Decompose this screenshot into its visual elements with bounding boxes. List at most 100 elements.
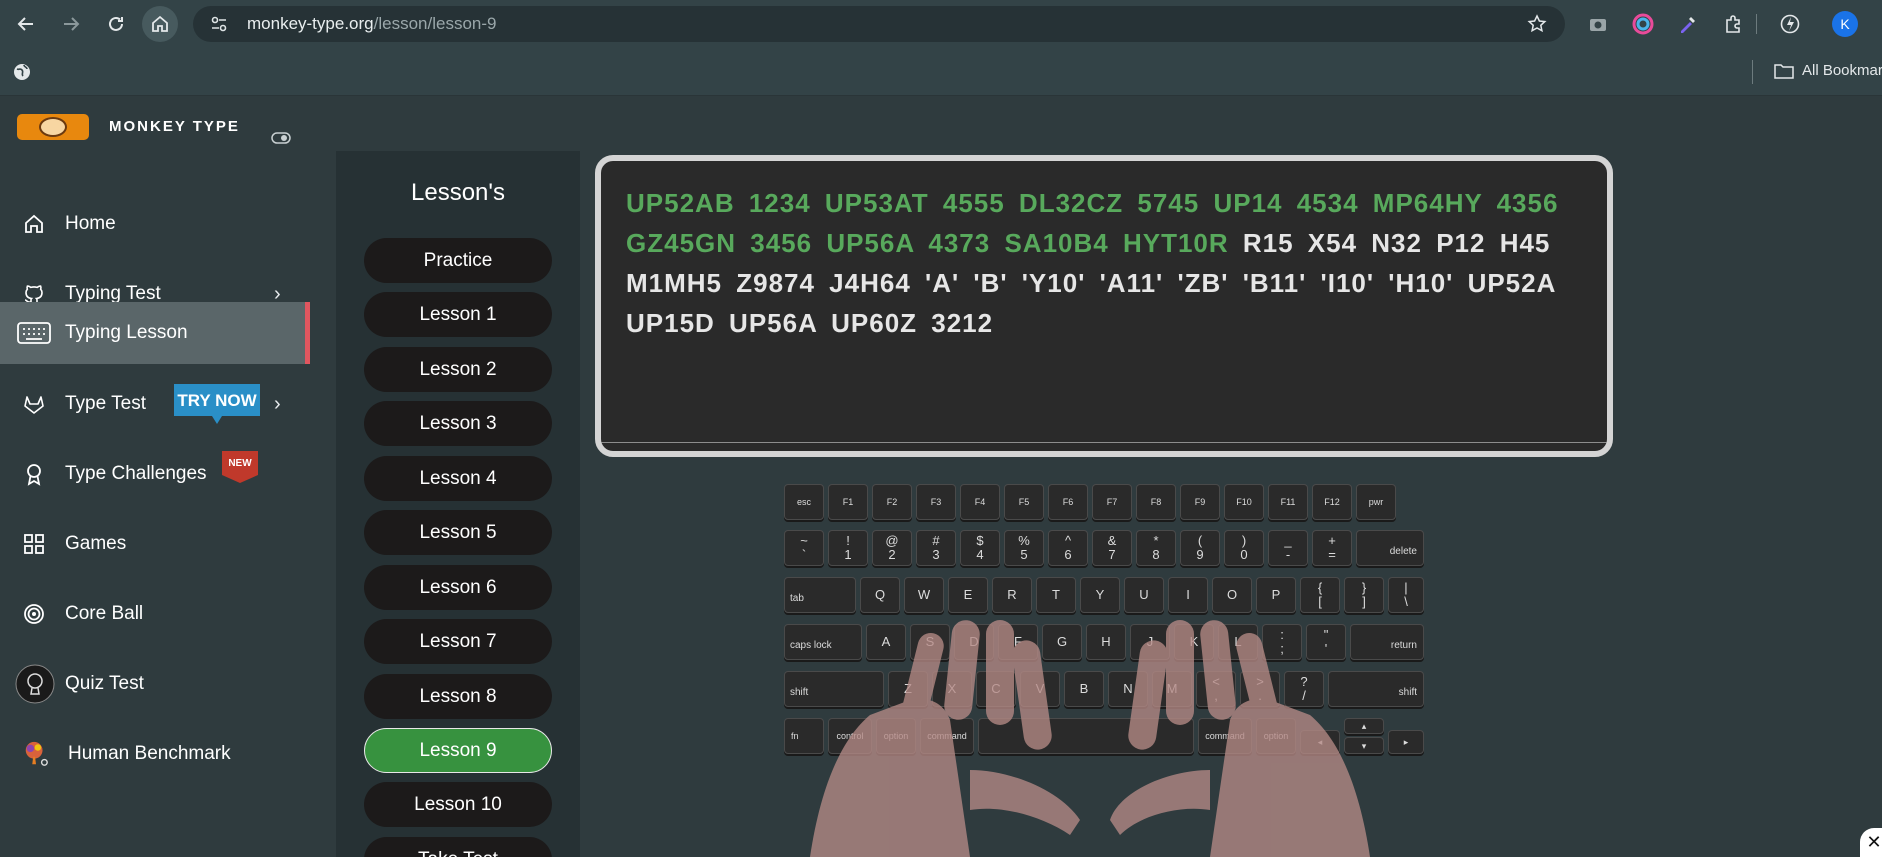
theme-toggle-icon[interactable]	[271, 131, 291, 150]
new-label: NEW	[228, 458, 252, 469]
key-esc: esc	[784, 484, 824, 520]
key-4: $4	[960, 530, 1000, 566]
key-f2: F2	[872, 484, 912, 520]
site-settings-icon[interactable]	[207, 12, 231, 36]
lesson-button-8[interactable]: Lesson 8	[364, 674, 552, 719]
sidebar-item-core-ball[interactable]: Core Ball	[0, 583, 310, 645]
key-2: @2	[872, 530, 912, 566]
sidebar-item-home[interactable]: Home	[0, 193, 310, 255]
lesson-button-5[interactable]: Lesson 5	[364, 510, 552, 555]
back-icon[interactable]	[12, 10, 40, 38]
lesson-button-6[interactable]: Lesson 6	[364, 565, 552, 610]
toolbar-separator	[1756, 14, 1757, 34]
sidebar-item-label: Type Test	[65, 393, 146, 414]
url-host: monkey-type.org	[247, 14, 374, 33]
key-tab: tab	[784, 577, 856, 613]
sidebar-item-typing-lesson[interactable]: Typing Lesson	[0, 302, 310, 364]
try-now-badge[interactable]: TRY NOW	[174, 384, 260, 424]
monkey-logo-icon[interactable]	[17, 114, 89, 140]
key-q: Q	[860, 577, 900, 613]
lesson-list-panel: Lesson's Practice Lesson 1 Lesson 2 Less…	[336, 151, 580, 857]
home-icon	[20, 210, 48, 238]
key-p: P	[1256, 577, 1296, 613]
reload-icon[interactable]	[102, 10, 130, 38]
lesson-button-practice[interactable]: Practice	[364, 238, 552, 283]
lesson-button-9[interactable]: Lesson 9	[364, 728, 552, 773]
key-f3: F3	[916, 484, 956, 520]
sidebar-item-label: Human Benchmark	[68, 743, 231, 764]
lesson-button-7[interactable]: Lesson 7	[364, 619, 552, 664]
camera-extension-icon[interactable]	[1586, 12, 1610, 36]
key-f9: F9	[1180, 484, 1220, 520]
key-backslash: | \	[1388, 577, 1424, 613]
key-w: W	[904, 577, 944, 613]
take-test-button[interactable]: Take Test	[364, 837, 552, 857]
key-f8: F8	[1136, 484, 1176, 520]
key-right-bracket: }]	[1344, 577, 1384, 613]
try-now-label: TRY NOW	[177, 391, 257, 410]
sidebar-item-label: Quiz Test	[65, 673, 144, 694]
key-f5: F5	[1004, 484, 1044, 520]
key-y: Y	[1080, 577, 1120, 613]
performance-icon[interactable]	[1778, 12, 1802, 36]
lesson-button-3[interactable]: Lesson 3	[364, 401, 552, 446]
chevron-right-icon: ›	[274, 392, 281, 415]
lesson-button-4[interactable]: Lesson 4	[364, 456, 552, 501]
key-r: R	[992, 577, 1032, 613]
sidebar: MONKEY TYPE Home Typing Test › Typing Le…	[0, 96, 314, 857]
key-9: (9	[1180, 530, 1220, 566]
sidebar-item-type-test[interactable]: Type Test TRY NOW ›	[0, 373, 310, 435]
profile-avatar[interactable]: K	[1832, 11, 1858, 37]
globe-icon[interactable]	[12, 62, 32, 87]
typing-text-panel[interactable]: UP52AB 1234 UP53AT 4555 DL32CZ 5745 UP14…	[595, 155, 1613, 457]
key-f4: F4	[960, 484, 1000, 520]
key-o: O	[1212, 577, 1252, 613]
key-u: U	[1124, 577, 1164, 613]
key-t: T	[1036, 577, 1076, 613]
sidebar-item-label: Typing Lesson	[65, 322, 188, 343]
sidebar-item-quiz-test[interactable]: Quiz Test	[0, 653, 310, 715]
url-text: monkey-type.org/lesson/lesson-9	[247, 14, 496, 34]
bookmark-star-icon[interactable]	[1527, 14, 1547, 39]
lesson-button-2[interactable]: Lesson 2	[364, 347, 552, 392]
lesson-button-10[interactable]: Lesson 10	[364, 782, 552, 827]
extensions-puzzle-icon[interactable]	[1721, 12, 1745, 36]
sidebar-item-type-challenges[interactable]: Type Challenges NEW	[0, 443, 310, 505]
key-f6: F6	[1048, 484, 1088, 520]
key-6: ^ 6	[1048, 530, 1088, 566]
color-extension-icon[interactable]	[1631, 12, 1655, 36]
key-0: ) 0	[1224, 530, 1264, 566]
home-icon[interactable]	[142, 6, 178, 42]
key-minus: _ -	[1268, 530, 1308, 566]
folder-icon	[1774, 63, 1794, 79]
address-bar[interactable]: monkey-type.org/lesson/lesson-9	[193, 6, 1565, 42]
forward-icon[interactable]	[57, 10, 85, 38]
grid-icon	[20, 530, 48, 558]
key-pwr: pwr	[1356, 484, 1396, 520]
lesson-list-title: Lesson's	[411, 179, 505, 206]
keyboard-icon	[16, 319, 52, 347]
eyedropper-extension-icon[interactable]	[1676, 12, 1700, 36]
sidebar-item-label: Games	[65, 533, 127, 554]
all-bookmarks-label: All Bookmarks	[1802, 62, 1882, 79]
key-left-bracket: {[	[1300, 577, 1340, 613]
url-path: /lesson/lesson-9	[373, 14, 497, 33]
key-8: * 8	[1136, 530, 1176, 566]
sidebar-item-human-benchmark[interactable]: Human Benchmark	[0, 723, 310, 785]
key-f7: F7	[1092, 484, 1132, 520]
lesson-button-1[interactable]: Lesson 1	[364, 292, 552, 337]
sidebar-item-games[interactable]: Games	[0, 513, 310, 575]
key-f1: F1	[828, 484, 868, 520]
all-bookmarks-button[interactable]: All Bookmarks	[1774, 62, 1882, 79]
close-icon[interactable]: ✕	[1860, 828, 1882, 857]
key-i: I	[1168, 577, 1208, 613]
brand-name: MONKEY TYPE	[109, 118, 240, 135]
key-f10: F10	[1224, 484, 1264, 520]
text-panel-divider	[601, 442, 1607, 443]
gitlab-icon	[20, 390, 48, 418]
key-5: % 5	[1004, 530, 1044, 566]
key-backtick: ~ `	[784, 530, 824, 566]
key-e: E	[948, 577, 988, 613]
bookmarks-bar: All Bookmarks	[0, 48, 1882, 96]
target-icon	[20, 600, 48, 628]
